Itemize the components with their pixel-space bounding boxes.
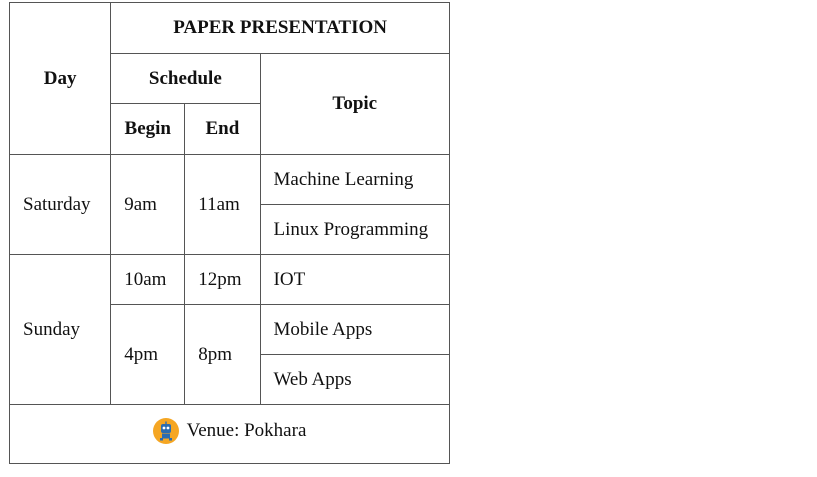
header-topic: Topic bbox=[259, 53, 451, 155]
venue-label: Venue: Pokhara bbox=[186, 420, 307, 441]
cell-day-saturday: Saturday bbox=[8, 154, 112, 255]
cell-end: 8pm bbox=[184, 304, 261, 405]
venue-wrap: Venue: Pokhara bbox=[152, 418, 307, 444]
cell-begin: 10am bbox=[110, 254, 186, 305]
header-schedule: Schedule bbox=[110, 53, 261, 104]
cell-topic: Web Apps bbox=[259, 354, 451, 405]
cell-end: 11am bbox=[184, 154, 261, 255]
cell-topic: Machine Learning bbox=[259, 154, 451, 205]
cell-begin: 9am bbox=[110, 154, 186, 255]
header-begin: Begin bbox=[110, 103, 186, 155]
header-day: Day bbox=[8, 2, 112, 155]
cell-topic: Mobile Apps bbox=[259, 304, 451, 355]
cell-topic: IOT bbox=[259, 254, 451, 305]
paper-presentation-table: Day PAPER PRESENTATION Schedule Topic Be… bbox=[8, 2, 451, 464]
robot-icon bbox=[152, 418, 179, 444]
table-title: PAPER PRESENTATION bbox=[110, 2, 450, 54]
table-row: Saturday 9am 11am Machine Learning bbox=[8, 154, 451, 255]
table-row: Sunday 10am 12pm IOT bbox=[8, 254, 451, 405]
table-footer-row: Venue: Pokhara bbox=[9, 404, 450, 464]
cell-begin: 4pm bbox=[110, 304, 186, 405]
cell-day-sunday: Sunday bbox=[8, 254, 112, 405]
cell-end: 12pm bbox=[184, 254, 261, 305]
cell-topic: Linux Programming bbox=[259, 204, 451, 255]
venue-cell: Venue: Pokhara bbox=[9, 404, 450, 464]
header-end: End bbox=[184, 103, 261, 155]
